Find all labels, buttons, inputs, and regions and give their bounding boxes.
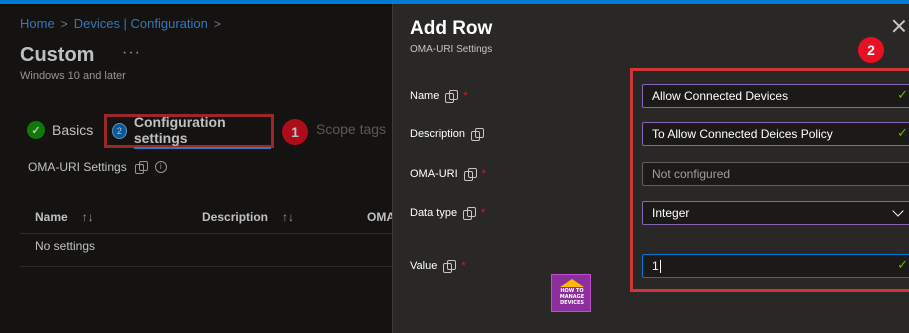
checkmark-icon: ✓	[897, 257, 908, 272]
copy-icon[interactable]	[463, 207, 477, 220]
how-to-manage-devices-logo: HOW TO MANAGE DEVICES	[551, 274, 591, 312]
checkmark-icon: ✓	[897, 87, 908, 102]
panel-title: Add Row	[410, 18, 493, 39]
required-marker: *	[461, 260, 466, 272]
chevron-down-icon	[892, 205, 904, 217]
required-marker: *	[481, 207, 486, 219]
close-icon[interactable]	[891, 18, 907, 34]
copy-icon[interactable]	[443, 260, 457, 273]
oma-uri-label: OMA-URI *	[410, 168, 486, 181]
checkmark-icon: ✓	[897, 125, 908, 140]
copy-icon[interactable]	[445, 90, 459, 103]
description-input[interactable]: To Allow Connected Deices Policy ✓	[642, 122, 909, 146]
copy-icon[interactable]	[463, 168, 477, 181]
panel-subtitle: OMA-URI Settings	[410, 44, 493, 55]
blade-dim-overlay	[0, 4, 392, 333]
value-input[interactable]: 1 ✓	[642, 254, 909, 278]
annotation-callout-2: 2	[858, 37, 884, 63]
add-row-panel: Add Row OMA-URI Settings 2 Name * Allow …	[392, 4, 909, 333]
copy-icon[interactable]	[471, 128, 485, 141]
description-label: Description	[410, 128, 485, 141]
required-marker: *	[481, 168, 486, 180]
required-marker: *	[463, 90, 468, 102]
name-label: Name *	[410, 90, 468, 103]
data-type-dropdown[interactable]: Integer	[642, 201, 909, 225]
house-icon	[560, 279, 584, 287]
name-input[interactable]: Allow Connected Devices ✓	[642, 84, 909, 108]
oma-uri-input[interactable]: Not configured	[642, 162, 909, 186]
data-type-label: Data type *	[410, 207, 486, 220]
text-cursor	[659, 260, 661, 274]
value-label: Value *	[410, 260, 466, 273]
